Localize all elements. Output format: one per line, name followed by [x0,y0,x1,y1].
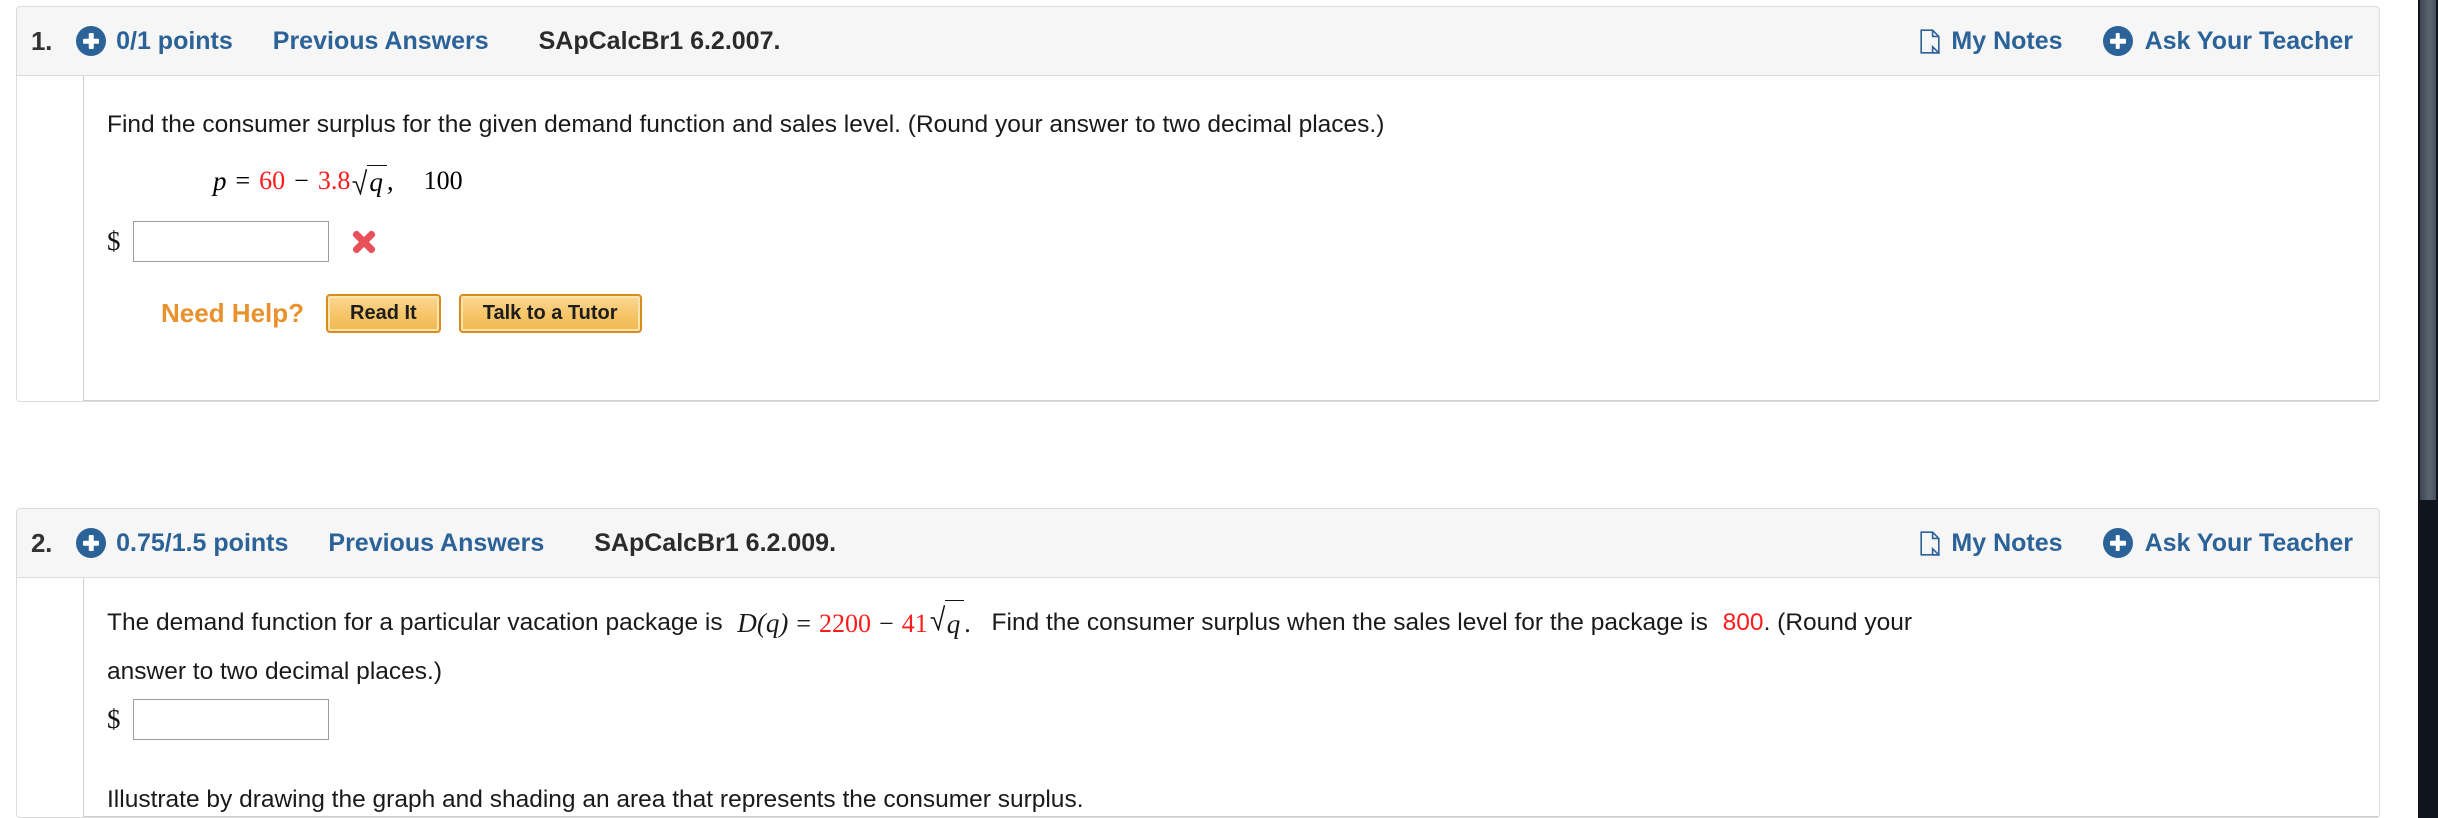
currency-symbol: $ [107,704,121,735]
problem-2-previous-answers-link[interactable]: Previous Answers [328,529,544,558]
equation-equals: = [235,166,251,195]
problem-card-1: 1. 0/1 points Previous Answers SApCalcBr… [16,6,2380,402]
problem-2-code: SApCalcBr1 6.2.009. [594,528,837,557]
equation-coefficient-a: 2200 [819,609,872,639]
problem-2-prompt-line2: answer to two decimal places.) [107,658,442,686]
problem-1-content: Find the consumer surplus for the given … [17,76,2379,333]
equation-sales-level: 100 [423,166,463,195]
equation-radicand: q [944,600,965,647]
problem-1-body: Find the consumer surplus for the given … [16,76,2380,402]
problem-1-my-notes-label: My Notes [1951,26,2063,55]
problem-1-previous-answers-link[interactable]: Previous Answers [273,27,489,56]
equation-coefficient-a: 60 [259,166,286,195]
talk-to-a-tutor-button[interactable]: Talk to a Tutor [458,294,642,333]
square-root-icon: q [930,600,965,647]
radical-sign [930,601,946,633]
square-root-icon: q [352,164,387,198]
incorrect-x-icon [349,227,379,257]
equation-lhs: p [213,165,227,196]
radical-sign [352,166,368,196]
problem-1-points: 0/1 points [116,26,233,55]
problem-1-header-right: My Notes Ask Your Teacher [1920,26,2353,56]
problem-2-body: The demand function for a particular vac… [16,578,2380,818]
problem-2-illustrate-text: Illustrate by drawing the graph and shad… [107,786,1084,814]
problem-1-prompt: Find the consumer surplus for the given … [107,111,1385,138]
problem-2-ask-your-teacher-label: Ask Your Teacher [2144,528,2353,557]
equation-minus: − [294,166,309,195]
currency-symbol: $ [107,226,121,256]
problem-2-prompt-part2: Find the consumer surplus when the sales… [991,609,1708,636]
equation-radicand: q [367,164,387,198]
problem-2-number: 2. [31,527,53,558]
problem-2-prompt-part3: . (Round your [1763,609,1912,636]
document-icon [1920,28,1942,54]
problem-1-code: SApCalcBr1 6.2.007. [538,26,781,55]
problem-2-header: 2. 0.75/1.5 points Previous Answers SApC… [16,508,2380,578]
need-help-label: Need Help? [161,298,305,328]
problem-1-answer-row: $ [107,221,2379,262]
equation-period: . [964,609,971,639]
problem-2-answer-row: $ [107,699,2379,741]
problem-1-equation: p = 60 − 3.8 q , 100 [213,161,2379,201]
problem-2-points: 0.75/1.5 points [116,528,289,557]
problem-card-2: 2. 0.75/1.5 points Previous Answers SApC… [16,508,2380,818]
problem-1-header-left: 1. 0/1 points Previous Answers SApCalcBr… [31,26,1920,57]
page-scroll-area: 1. 0/1 points Previous Answers SApCalcBr… [0,0,2418,818]
problem-2-answer-input[interactable] [132,699,329,741]
problem-2-equation: D(q) = 2200 − 41 q . [737,600,971,647]
problem-1-need-help-row: Need Help? Read It Talk to a Tutor [161,294,2379,333]
equation-equals: = [796,609,812,639]
problem-1-my-notes-link[interactable]: My Notes [1920,26,2063,56]
problem-2-prompt-part1: The demand function for a particular vac… [107,609,723,636]
problem-2-content: The demand function for a particular vac… [17,578,2379,818]
plus-circle-icon[interactable] [76,528,107,558]
problem-2-my-notes-label: My Notes [1951,528,2063,557]
problem-2-prompt: The demand function for a particular vac… [107,600,2317,647]
problem-1-header: 1. 0/1 points Previous Answers SApCalcBr… [16,6,2380,76]
problem-1-number: 1. [31,25,53,56]
document-icon [1920,530,1942,556]
problem-2-my-notes-link[interactable]: My Notes [1920,528,2063,558]
plus-circle-icon [2102,528,2133,558]
equation-comma: , [386,165,394,196]
equation-coefficient-b: 41 [901,609,928,639]
problem-2-header-left: 2. 0.75/1.5 points Previous Answers SApC… [31,528,1920,559]
equation-lhs: D(q) [737,608,789,639]
window-scrollbar[interactable] [2418,0,2438,818]
problem-1-ask-your-teacher-label: Ask Your Teacher [2144,26,2353,55]
problem-2-header-right: My Notes Ask Your Teacher [1920,528,2353,558]
window-scrollbar-thumb[interactable] [2420,0,2436,500]
plus-circle-icon[interactable] [76,26,107,56]
read-it-button[interactable]: Read It [326,294,441,333]
problem-1-ask-your-teacher-link[interactable]: Ask Your Teacher [2102,26,2353,56]
problem-2-sales-level: 800 [1722,609,1764,636]
equation-minus: − [879,609,894,639]
problem-2-ask-your-teacher-link[interactable]: Ask Your Teacher [2102,528,2353,558]
plus-circle-icon [2102,26,2133,56]
problem-1-answer-input[interactable] [132,221,329,262]
equation-coefficient-b: 3.8 [317,166,351,195]
